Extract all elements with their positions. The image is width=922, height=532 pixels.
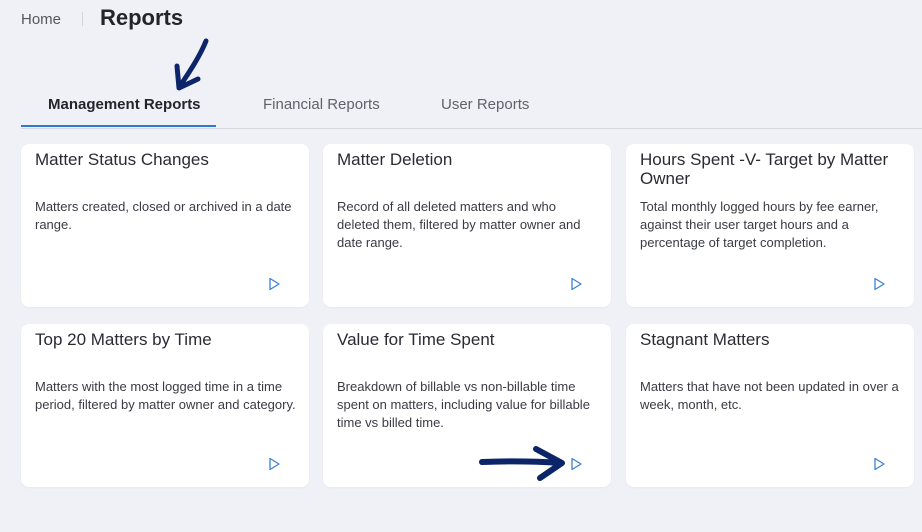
tab-management-reports[interactable]: Management Reports — [48, 96, 201, 113]
report-card-top-20-matters-by-time[interactable]: Top 20 Matters by Time Matters with the … — [21, 324, 309, 487]
report-card-matter-deletion[interactable]: Matter Deletion Record of all deleted ma… — [323, 144, 611, 307]
card-description: Total monthly logged hours by fee earner… — [640, 199, 879, 250]
play-icon[interactable] — [267, 277, 281, 291]
play-icon[interactable] — [569, 457, 583, 471]
card-description: Breakdown of billable vs non-billable ti… — [337, 379, 590, 430]
annotation-arrow-right-icon — [479, 446, 565, 481]
card-title: Hours Spent -V- Target by Matter Owner — [640, 150, 889, 188]
play-icon[interactable] — [872, 277, 886, 291]
card-title: Stagnant Matters — [640, 330, 770, 349]
annotation-arrow-down-icon — [174, 38, 209, 91]
active-tab-indicator — [21, 125, 216, 127]
header: Home Reports — [0, 0, 922, 40]
report-card-matter-status-changes[interactable]: Matter Status Changes Matters created, c… — [21, 144, 309, 307]
tab-financial-reports[interactable]: Financial Reports — [263, 96, 380, 113]
card-title: Matter Deletion — [337, 150, 453, 169]
card-description: Record of all deleted matters and who de… — [337, 199, 581, 250]
card-title: Matter Status Changes — [35, 150, 209, 169]
card-description: Matters with the most logged time in a t… — [35, 379, 296, 412]
tab-user-reports[interactable]: User Reports — [441, 96, 529, 113]
report-card-hours-spent-vs-target[interactable]: Hours Spent -V- Target by Matter Owner T… — [626, 144, 914, 307]
card-description: Matters that have not been updated in ov… — [640, 379, 899, 412]
breadcrumb-home[interactable]: Home — [21, 11, 61, 28]
report-tabs: Management Reports Financial Reports Use… — [21, 86, 922, 129]
page-title: Reports — [100, 5, 184, 30]
play-icon[interactable] — [872, 457, 886, 471]
breadcrumb-divider — [82, 12, 83, 26]
card-title: Value for Time Spent — [337, 330, 495, 349]
card-description: Matters created, closed or archived in a… — [35, 199, 292, 232]
report-card-stagnant-matters[interactable]: Stagnant Matters Matters that have not b… — [626, 324, 914, 487]
card-title: Top 20 Matters by Time — [35, 330, 212, 349]
play-icon[interactable] — [267, 457, 281, 471]
play-icon[interactable] — [569, 277, 583, 291]
